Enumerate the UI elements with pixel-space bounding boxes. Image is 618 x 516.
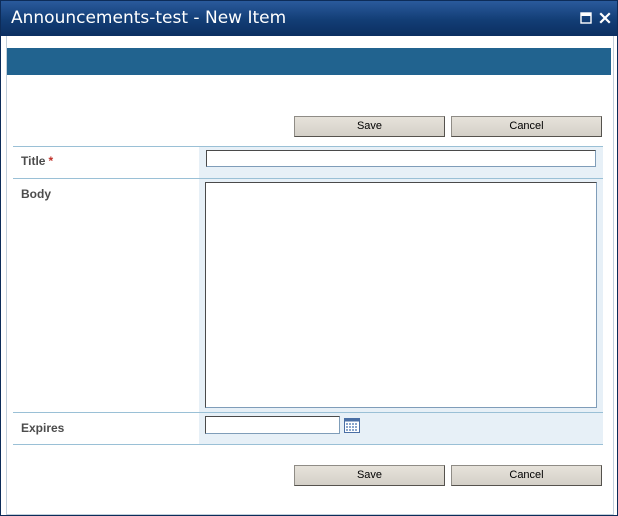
expires-date-input[interactable] bbox=[205, 416, 340, 434]
expires-label-cell: Expires bbox=[13, 413, 199, 445]
body-label-cell: Body bbox=[13, 179, 199, 413]
title-field-label: Title * bbox=[21, 154, 53, 168]
calendar-icon[interactable] bbox=[344, 418, 360, 433]
required-marker: * bbox=[48, 154, 54, 168]
title-input[interactable] bbox=[206, 150, 596, 167]
new-item-dialog: Announcements-test - New Item Save Cance… bbox=[0, 0, 618, 516]
cancel-button-bottom[interactable]: Cancel bbox=[451, 465, 602, 486]
title-label-text: Title bbox=[21, 154, 46, 168]
cancel-button-top[interactable]: Cancel bbox=[451, 116, 602, 137]
form-bottom-divider bbox=[13, 444, 603, 445]
dialog-titlebar[interactable]: Announcements-test - New Item bbox=[1, 1, 617, 36]
save-button-bottom[interactable]: Save bbox=[294, 465, 445, 486]
ribbon-bar bbox=[7, 48, 611, 75]
maximize-icon[interactable] bbox=[580, 9, 592, 24]
body-textarea[interactable] bbox=[205, 182, 597, 408]
save-button-top[interactable]: Save bbox=[294, 116, 445, 137]
close-icon[interactable] bbox=[599, 9, 611, 24]
expires-field-label: Expires bbox=[21, 421, 65, 435]
title-label-cell: Title * bbox=[13, 147, 199, 179]
dialog-title: Announcements-test - New Item bbox=[11, 8, 287, 28]
body-field-label: Body bbox=[21, 187, 51, 201]
